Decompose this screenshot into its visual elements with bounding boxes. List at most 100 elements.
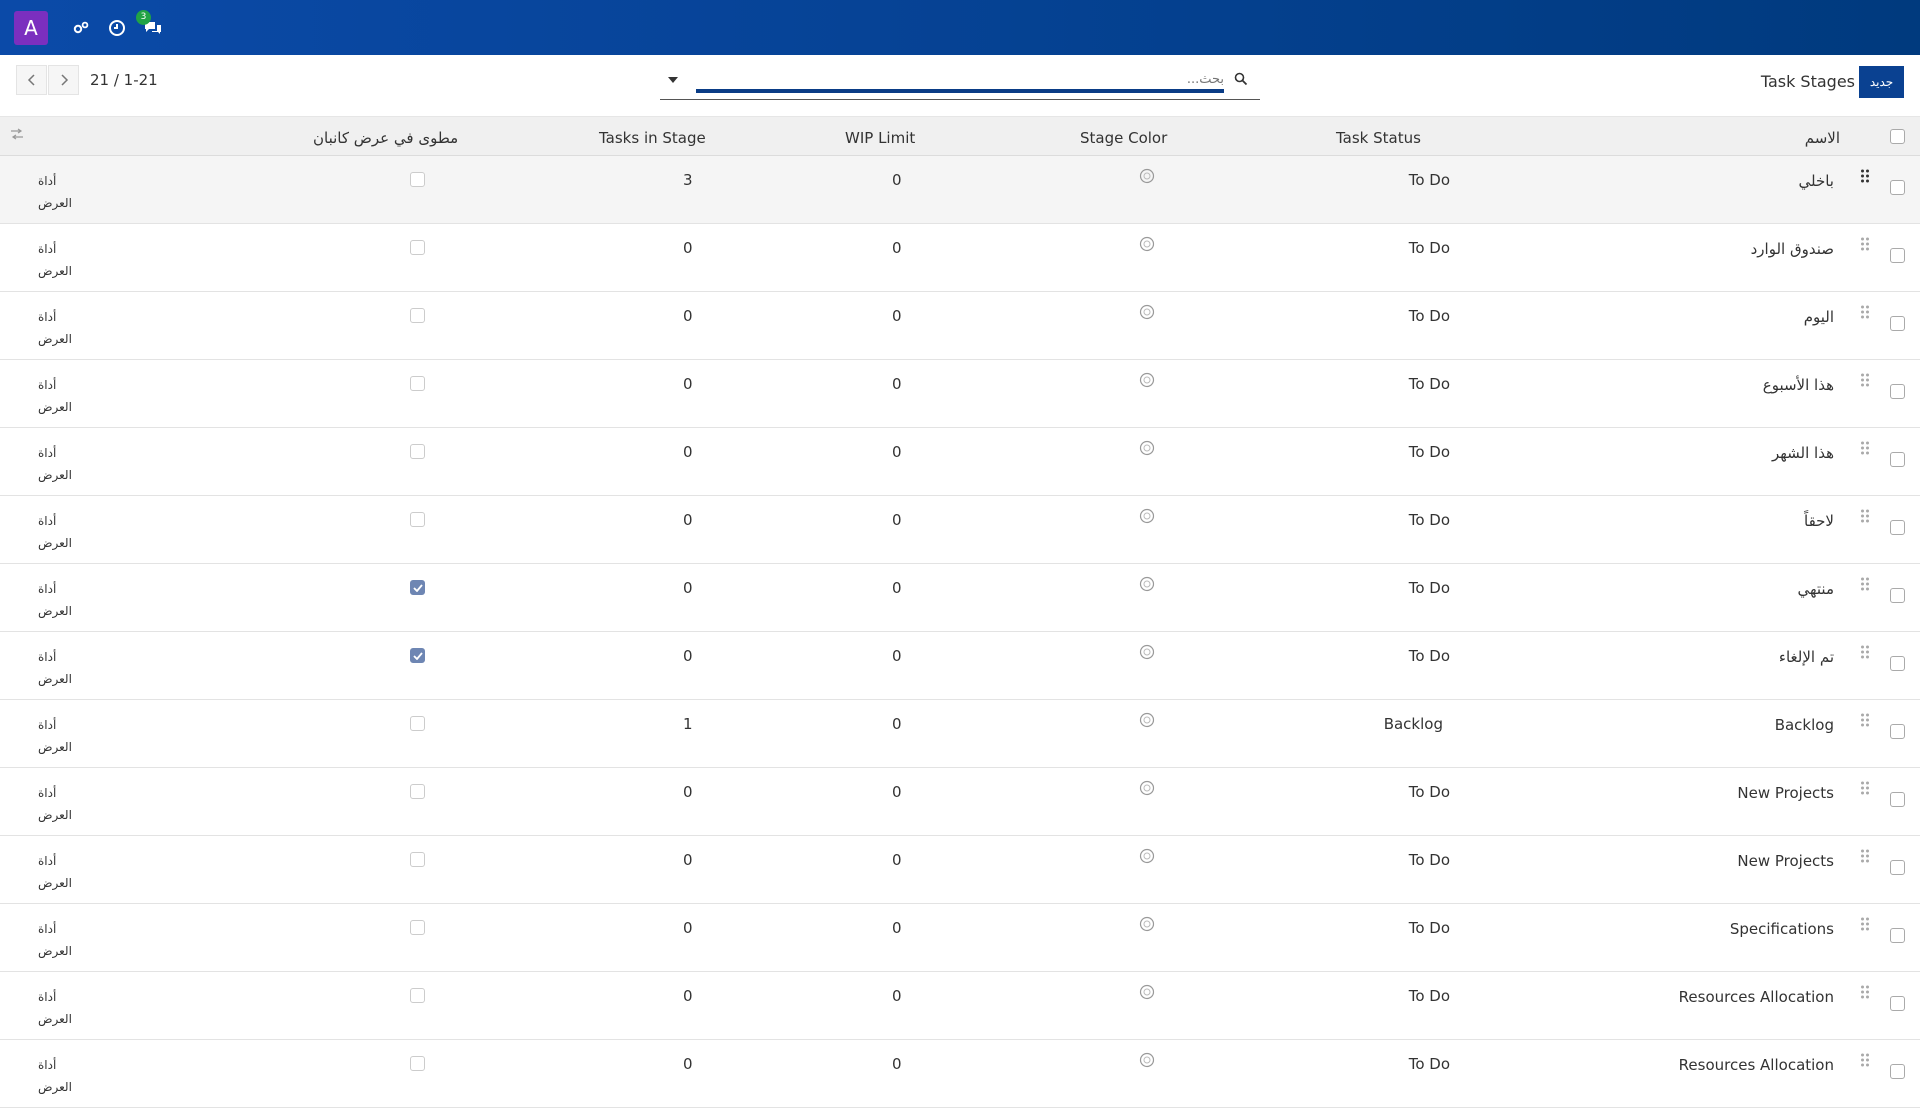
row-action-view[interactable]: العرض (38, 804, 72, 826)
stage-color-icon[interactable] (1139, 576, 1155, 592)
column-header-wip-limit[interactable]: WIP Limit (845, 129, 915, 147)
stage-name-cell[interactable]: لاحقاً (1804, 512, 1834, 530)
stage-color-icon[interactable] (1139, 916, 1155, 932)
row-action-tool[interactable]: أداة (38, 918, 72, 940)
stage-name-cell[interactable]: منتهي (1797, 580, 1834, 598)
row-action-tool[interactable]: أداة (38, 510, 72, 532)
table-row[interactable]: أداة العرض 0 0 To Do Resources Allocation (0, 972, 1920, 1040)
stage-name-cell[interactable]: New Projects (1737, 852, 1834, 870)
user-avatar[interactable]: A (14, 10, 48, 45)
row-actions[interactable]: أداة العرض (38, 510, 72, 554)
row-action-tool[interactable]: أداة (38, 306, 72, 328)
drag-handle-icon[interactable] (1860, 644, 1870, 660)
stage-color-icon[interactable] (1139, 1052, 1155, 1068)
row-actions[interactable]: أداة العرض (38, 782, 72, 826)
row-select-checkbox[interactable] (1890, 452, 1905, 467)
stage-color-icon[interactable] (1139, 848, 1155, 864)
row-action-tool[interactable]: أداة (38, 646, 72, 668)
drag-handle-icon[interactable] (1860, 848, 1870, 864)
history-clock-icon[interactable] (106, 17, 128, 39)
drag-handle-icon[interactable] (1860, 168, 1870, 184)
stage-name-cell[interactable]: هذا الشهر (1772, 444, 1834, 462)
row-actions[interactable]: أداة العرض (38, 714, 72, 758)
row-select-checkbox[interactable] (1890, 248, 1905, 263)
row-actions[interactable]: أداة العرض (38, 1054, 72, 1098)
drag-handle-icon[interactable] (1860, 1052, 1870, 1068)
row-select-checkbox[interactable] (1890, 860, 1905, 875)
folded-checkbox[interactable] (410, 648, 425, 663)
folded-checkbox[interactable] (410, 920, 425, 935)
table-row[interactable]: أداة العرض 0 0 To Do هذا الشهر (0, 428, 1920, 496)
row-actions[interactable]: أداة العرض (38, 850, 72, 894)
row-action-view[interactable]: العرض (38, 872, 72, 894)
row-action-view[interactable]: العرض (38, 940, 72, 962)
folded-checkbox[interactable] (410, 376, 425, 391)
stage-color-icon[interactable] (1139, 780, 1155, 796)
settings-gear-icon[interactable] (70, 17, 92, 39)
column-header-task-status[interactable]: Task Status (1336, 129, 1421, 147)
drag-handle-icon[interactable] (1860, 984, 1870, 1000)
table-row[interactable]: أداة العرض 0 0 To Do تم الإلغاء (0, 632, 1920, 700)
row-actions[interactable]: أداة العرض (38, 442, 72, 486)
row-action-view[interactable]: العرض (38, 328, 72, 350)
row-action-tool[interactable]: أداة (38, 850, 72, 872)
row-action-view[interactable]: العرض (38, 1076, 72, 1098)
row-action-view[interactable]: العرض (38, 532, 72, 554)
row-actions[interactable]: أداة العرض (38, 306, 72, 350)
drag-handle-icon[interactable] (1860, 712, 1870, 728)
table-row[interactable]: أداة العرض 0 0 To Do New Projects (0, 768, 1920, 836)
search-options-dropdown-icon[interactable] (668, 77, 678, 83)
row-action-tool[interactable]: أداة (38, 442, 72, 464)
drag-handle-icon[interactable] (1860, 304, 1870, 320)
row-action-view[interactable]: العرض (38, 736, 72, 758)
row-select-checkbox[interactable] (1890, 928, 1905, 943)
stage-name-cell[interactable]: هذا الأسبوع (1763, 376, 1834, 394)
column-header-stage-color[interactable]: Stage Color (1080, 129, 1167, 147)
drag-handle-icon[interactable] (1860, 576, 1870, 592)
drag-handle-icon[interactable] (1860, 780, 1870, 796)
drag-handle-icon[interactable] (1860, 440, 1870, 456)
column-header-tasks-in-stage[interactable]: Tasks in Stage (599, 129, 706, 147)
table-row[interactable]: أداة العرض 0 0 To Do صندوق الوارد (0, 224, 1920, 292)
folded-checkbox[interactable] (410, 580, 425, 595)
pager-next-button[interactable] (48, 65, 79, 95)
stage-name-cell[interactable]: Resources Allocation (1679, 1056, 1834, 1074)
row-action-tool[interactable]: أداة (38, 578, 72, 600)
table-row[interactable]: أداة العرض 1 0 Backlog Backlog (0, 700, 1920, 768)
row-actions[interactable]: أداة العرض (38, 646, 72, 690)
column-header-folded[interactable]: مطوى في عرض كانبان (313, 129, 458, 147)
stage-name-cell[interactable]: Backlog (1775, 716, 1834, 734)
stage-color-icon[interactable] (1139, 440, 1155, 456)
row-actions[interactable]: أداة العرض (38, 578, 72, 622)
folded-checkbox[interactable] (410, 172, 425, 187)
row-select-checkbox[interactable] (1890, 656, 1905, 671)
folded-checkbox[interactable] (410, 444, 425, 459)
stage-color-icon[interactable] (1139, 236, 1155, 252)
stage-color-icon[interactable] (1139, 712, 1155, 728)
select-all-checkbox[interactable] (1890, 129, 1905, 144)
row-action-tool[interactable]: أداة (38, 782, 72, 804)
stage-name-cell[interactable]: باخلي (1799, 172, 1835, 190)
drag-handle-icon[interactable] (1860, 508, 1870, 524)
row-select-checkbox[interactable] (1890, 792, 1905, 807)
folded-checkbox[interactable] (410, 1056, 425, 1071)
stage-color-icon[interactable] (1139, 984, 1155, 1000)
drag-handle-icon[interactable] (1860, 916, 1870, 932)
pager-previous-button[interactable] (16, 65, 47, 95)
row-action-tool[interactable]: أداة (38, 986, 72, 1008)
row-action-tool[interactable]: أداة (38, 374, 72, 396)
search-input[interactable] (696, 69, 1224, 93)
row-actions[interactable]: أداة العرض (38, 986, 72, 1030)
row-select-checkbox[interactable] (1890, 180, 1905, 195)
folded-checkbox[interactable] (410, 240, 425, 255)
table-row[interactable]: أداة العرض 0 0 To Do Resources Allocation (0, 1040, 1920, 1108)
table-row[interactable]: أداة العرض 0 0 To Do New Projects (0, 836, 1920, 904)
table-row[interactable]: أداة العرض 0 0 To Do منتهي (0, 564, 1920, 632)
folded-checkbox[interactable] (410, 512, 425, 527)
row-select-checkbox[interactable] (1890, 724, 1905, 739)
row-actions[interactable]: أداة العرض (38, 374, 72, 418)
table-row[interactable]: أداة العرض 0 0 To Do هذا الأسبوع (0, 360, 1920, 428)
stage-name-cell[interactable]: Specifications (1730, 920, 1834, 938)
row-action-tool[interactable]: أداة (38, 170, 72, 192)
stage-color-icon[interactable] (1139, 508, 1155, 524)
